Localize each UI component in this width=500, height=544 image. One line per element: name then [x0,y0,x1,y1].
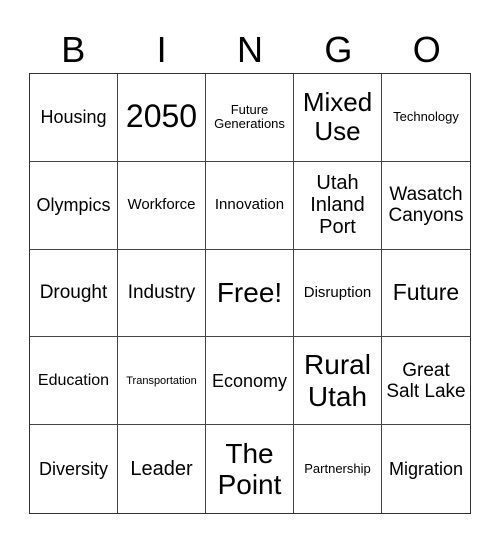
bingo-cell[interactable]: Disruption [294,249,382,338]
header-letter-b: B [61,29,86,70]
bingo-cell[interactable]: Leader [118,425,206,513]
bingo-cell[interactable]: Diversity [30,425,118,513]
bingo-cell[interactable]: Housing [30,74,118,162]
bingo-cell[interactable]: Innovation [206,161,294,250]
bingo-cell[interactable]: Economy [206,337,294,426]
bingo-cell[interactable]: Olympics [30,161,118,250]
header-letter-g: G [324,29,353,70]
bingo-cell[interactable]: Migration [382,425,470,513]
bingo-cell[interactable]: Future [382,250,470,338]
bingo-cell[interactable]: The Point [206,425,294,513]
bingo-cell[interactable]: Workforce [118,161,206,250]
bingo-card-grid: Housing 2050 Future Generations Mixed Us… [29,73,471,514]
header-letter-n: N [236,29,263,70]
bingo-cell-free[interactable]: Free! [206,249,294,338]
bingo-cell[interactable]: Partnership [294,425,382,513]
bingo-cell[interactable]: Technology [382,74,470,162]
bingo-header: B I N G O [29,28,471,72]
bingo-cell[interactable]: Education [30,337,118,426]
header-letter-i: I [156,29,167,70]
header-letter-o: O [412,29,441,70]
bingo-cell[interactable]: Drought [30,249,118,338]
bingo-cell[interactable]: Mixed Use [294,74,382,162]
bingo-cell[interactable]: Transportation [118,337,206,426]
bingo-cell[interactable]: Utah Inland Port [294,161,382,250]
bingo-cell[interactable]: Rural Utah [294,337,382,426]
bingo-cell[interactable]: Future Generations [206,74,294,162]
bingo-cell[interactable]: Great Salt Lake [382,337,470,426]
bingo-cell[interactable]: 2050 [118,74,206,162]
bingo-cell[interactable]: Industry [118,249,206,338]
bingo-cell[interactable]: Wasatch Canyons [382,162,470,250]
